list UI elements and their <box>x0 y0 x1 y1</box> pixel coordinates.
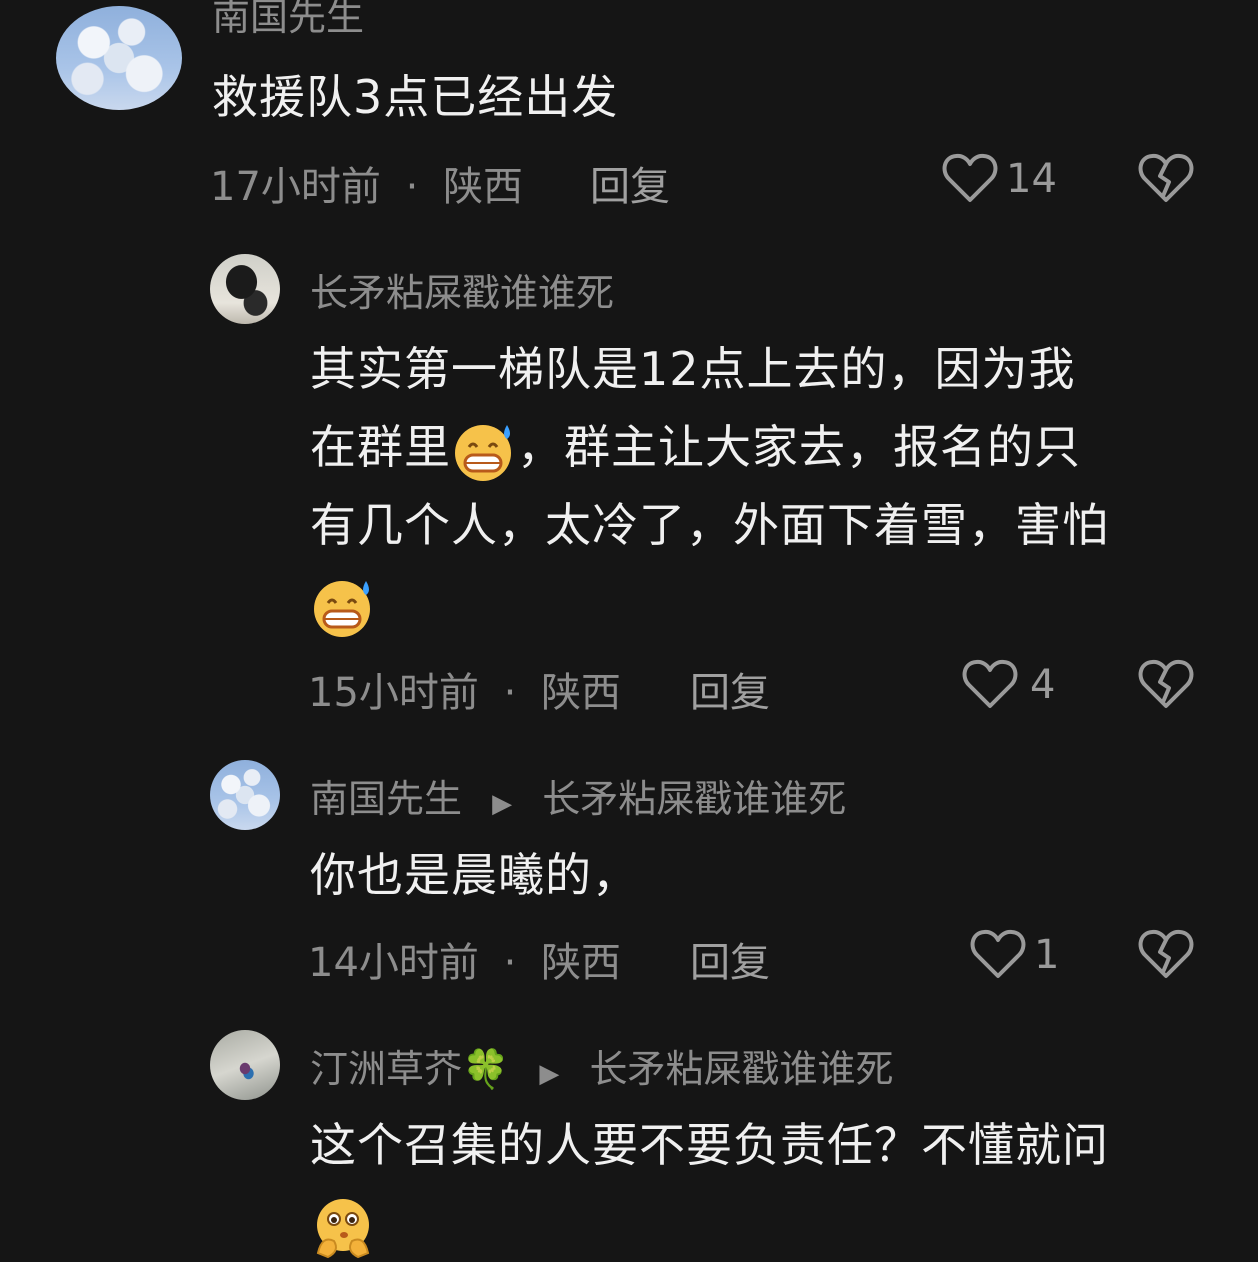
dislike-button[interactable] <box>1138 928 1194 984</box>
heart-outline-icon <box>970 929 1026 978</box>
comment-text: 其实第一梯队是12点上去的，因为我 在群里 ，群主让大家去，报名的只 有几个人，… <box>310 330 1230 642</box>
reply-to-username[interactable]: 长矛粘屎戳谁谁死 <box>542 777 846 821</box>
like-button[interactable] <box>970 928 1026 984</box>
play-arrow-icon: ▶ <box>539 1059 560 1089</box>
comment-meta: 14小时前 · 陕西 <box>308 930 621 988</box>
broken-heart-icon <box>1138 929 1194 978</box>
comment-location: 陕西 <box>443 164 524 210</box>
comment-header: 南国先生 ▶ 长矛粘屎戳谁谁死 <box>310 768 846 823</box>
comment-text-line: 在群里 ，群主让大家去，报名的只 <box>310 408 1230 486</box>
like-count: 14 <box>1006 156 1057 202</box>
like-count: 1 <box>1034 932 1060 978</box>
heart-outline-icon <box>942 153 998 202</box>
comment-text-fragment: ，群主让大家去，报名的只 <box>517 420 1081 474</box>
comment-header: 汀洲草芥🍀 ▶ 长矛粘屎戳谁谁死 <box>310 1038 894 1093</box>
comment-time: 14小时前 <box>308 940 479 986</box>
broken-heart-icon <box>1138 153 1194 202</box>
grin-sweat-emoji-icon <box>314 580 370 637</box>
meta-separator: · <box>503 940 517 986</box>
comment-location: 陕西 <box>541 940 622 986</box>
reply-button[interactable]: 回复 <box>690 660 770 718</box>
dislike-button[interactable] <box>1138 152 1194 208</box>
avatar[interactable] <box>210 1030 280 1100</box>
grin-sweat-emoji-icon <box>455 424 511 481</box>
comment-text-line <box>310 1184 1230 1262</box>
broken-heart-icon <box>1138 659 1194 708</box>
comment-text-line: 这个召集的人要不要负责任？不懂就问 <box>310 1118 1109 1172</box>
meta-separator: · <box>405 164 419 210</box>
comment-username[interactable]: 汀洲草芥🍀 <box>310 1047 509 1091</box>
reply-button[interactable]: 回复 <box>690 930 770 988</box>
comment-username[interactable]: 南国先生 <box>212 0 364 41</box>
comment-username[interactable]: 南国先生 <box>310 777 462 821</box>
avatar[interactable] <box>210 254 280 324</box>
comment-meta: 17小时前 · 陕西 <box>210 154 523 212</box>
comment-text: 你也是晨曦的， <box>310 848 639 902</box>
like-count: 4 <box>1030 662 1056 708</box>
comment-text-line <box>310 564 1230 642</box>
thinking-emoji-icon <box>316 1198 370 1258</box>
comment-text: 这个召集的人要不要负责任？不懂就问 <box>310 1106 1230 1262</box>
dislike-button[interactable] <box>1138 658 1194 714</box>
avatar[interactable] <box>210 760 280 830</box>
comment-username[interactable]: 长矛粘屎戳谁谁死 <box>310 262 614 317</box>
comment-time: 17小时前 <box>210 164 381 210</box>
like-button[interactable] <box>962 658 1018 714</box>
play-arrow-icon: ▶ <box>492 789 513 819</box>
comment-text-line: 其实第一梯队是12点上去的，因为我 <box>310 342 1076 396</box>
comment-text-fragment: 在群里 <box>310 420 451 474</box>
avatar[interactable] <box>56 6 182 110</box>
heart-outline-icon <box>962 659 1018 708</box>
meta-separator: · <box>503 670 517 716</box>
reply-to-username[interactable]: 长矛粘屎戳谁谁死 <box>590 1047 894 1091</box>
comment-text-line: 有几个人，太冷了，外面下着雪，害怕 <box>310 498 1109 552</box>
comment-time: 15小时前 <box>308 670 479 716</box>
comment-text: 救援队3点已经出发 <box>212 70 619 124</box>
reply-button[interactable]: 回复 <box>590 154 670 212</box>
comment-meta: 15小时前 · 陕西 <box>308 660 621 718</box>
comment-location: 陕西 <box>541 670 622 716</box>
like-button[interactable] <box>942 152 998 208</box>
